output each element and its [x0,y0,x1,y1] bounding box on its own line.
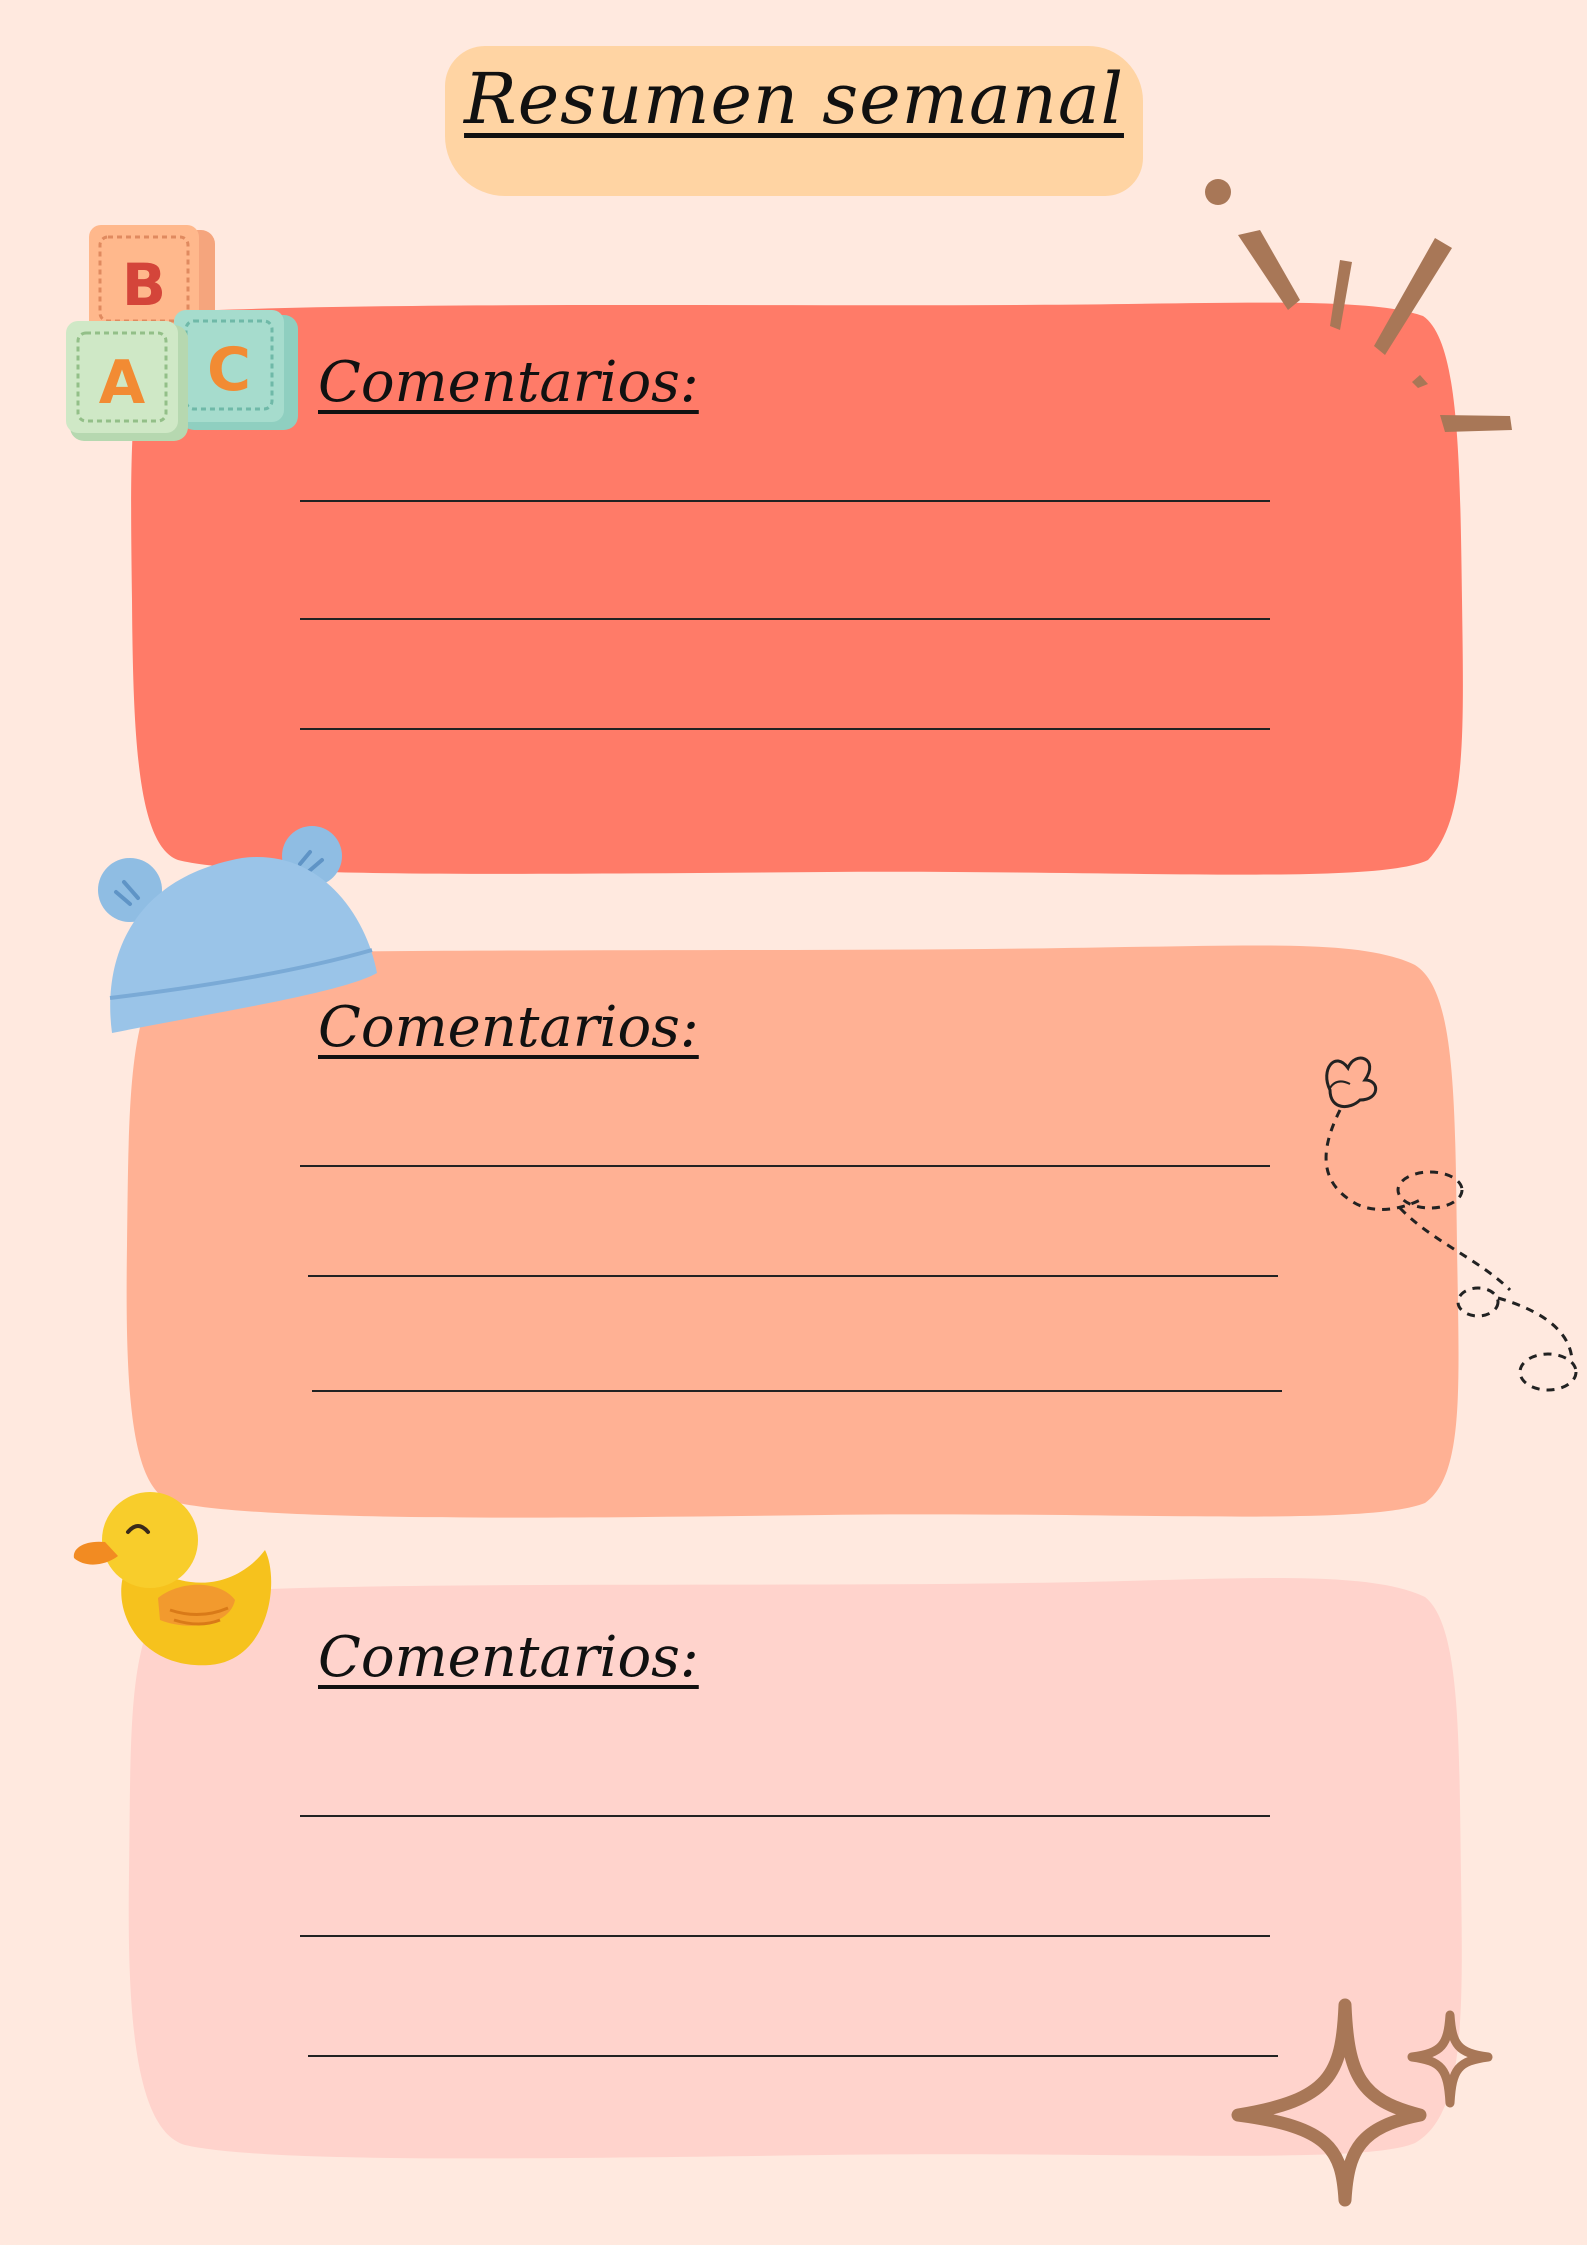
sparkle-lines-icon [1205,179,1512,432]
butterfly-icon [1324,1056,1578,1392]
rubber-duck-icon [73,1492,272,1666]
writing-line[interactable] [300,728,1270,730]
writing-line[interactable] [308,1275,1278,1277]
writing-line[interactable] [300,1165,1270,1167]
weekly-summary-page: Resumen semanal Comentarios: Comentarios… [0,0,1587,2245]
writing-line[interactable] [300,618,1270,620]
writing-line[interactable] [300,1815,1270,1817]
block-letter: C [207,335,251,405]
block-letter: B [122,251,166,319]
page-title: Resumen semanal [464,58,1124,140]
writing-line[interactable] [300,500,1270,502]
sparkle-stars-icon [1231,1998,1493,2207]
writing-line[interactable] [308,2055,1278,2057]
baby-hat-icon [98,826,378,1033]
card-heading: Comentarios: [318,350,699,415]
abc-blocks-icon: B C A [66,225,298,441]
writing-line[interactable] [300,1935,1270,1937]
card-heading: Comentarios: [318,1625,699,1690]
writing-line[interactable] [312,1390,1282,1392]
block-letter: A [99,348,146,418]
